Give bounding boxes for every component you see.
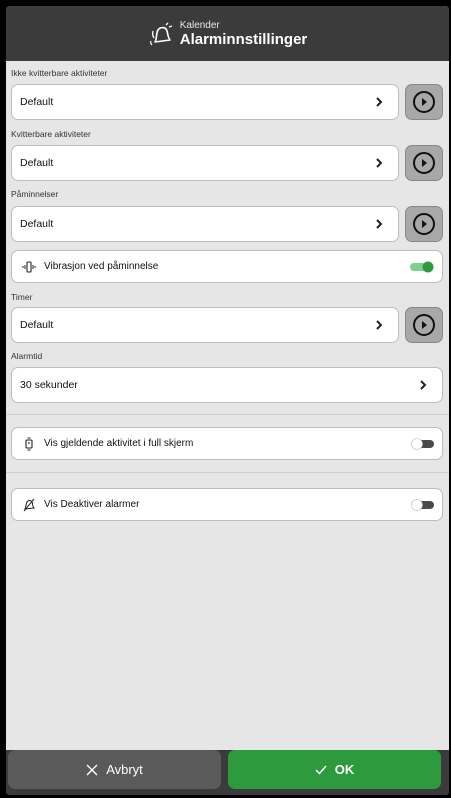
play-icon — [413, 314, 435, 336]
alarmtid-select[interactable]: 30 sekunder — [11, 367, 443, 403]
cancel-button[interactable]: Avbryt — [8, 750, 221, 789]
bell-off-icon — [23, 498, 36, 511]
play-icon — [413, 213, 435, 235]
page-title: Alarminnstillinger — [179, 30, 308, 48]
watch-icon — [25, 436, 33, 451]
chevron-right-icon — [376, 320, 383, 330]
section-label-alarmtid: Alarmtid — [11, 351, 43, 361]
deaktiver-row[interactable]: Vis Deaktiver alarmer — [11, 488, 443, 521]
fullskjerm-toggle[interactable] — [410, 438, 434, 450]
chevron-right-icon — [376, 158, 383, 168]
play-preview-button-kvitterbare[interactable] — [405, 145, 443, 181]
timer-select[interactable]: Default — [11, 307, 399, 343]
section-label-kvitterbare: Kvitterbare aktiviteter — [11, 129, 91, 139]
section-label-ikke-kvitterbare: Ikke kvitterbare aktiviteter — [11, 68, 108, 78]
kvitterbare-value: Default — [20, 157, 54, 169]
header-subtitle: Kalender — [179, 19, 220, 31]
ikke-kvitterbare-select[interactable]: Default — [11, 84, 399, 120]
fullskjerm-row[interactable]: Vis gjeldende aktivitet i full skjerm — [11, 427, 443, 460]
kvitterbare-select[interactable]: Default — [11, 145, 399, 181]
timer-value: Default — [20, 319, 54, 331]
play-icon — [413, 152, 435, 174]
deaktiver-toggle[interactable] — [410, 499, 434, 511]
section-label-paminnelser: Påminnelser — [11, 189, 59, 199]
paminnelser-select[interactable]: Default — [11, 206, 399, 242]
ok-label: OK — [334, 762, 355, 777]
cancel-label: Avbryt — [106, 762, 143, 777]
chevron-right-icon — [376, 97, 383, 107]
vibrasjon-label: Vibrasjon ved påminnelse — [44, 261, 159, 272]
ok-button[interactable]: OK — [228, 750, 441, 789]
divider — [6, 472, 449, 473]
vibrasjon-toggle[interactable] — [410, 261, 434, 273]
play-preview-button-ikke-kvitterbare[interactable] — [405, 84, 443, 120]
paminnelser-value: Default — [20, 218, 54, 230]
section-label-timer: Timer — [11, 292, 33, 302]
play-preview-button-timer[interactable] — [405, 307, 443, 343]
vibrasjon-row[interactable]: Vibrasjon ved påminnelse — [11, 250, 443, 283]
check-icon — [315, 765, 327, 775]
alarmtid-value: 30 sekunder — [20, 379, 78, 391]
chevron-right-icon — [376, 219, 383, 229]
app-frame: Kalender Alarminnstillinger Ikke kvitter… — [6, 6, 449, 795]
chevron-right-icon — [420, 380, 427, 390]
bell-icon — [149, 22, 172, 45]
deaktiver-label: Vis Deaktiver alarmer — [44, 499, 140, 510]
vibration-icon — [22, 260, 36, 273]
divider — [6, 414, 449, 415]
close-icon — [86, 764, 98, 775]
ikke-kvitterbare-value: Default — [20, 96, 54, 108]
play-icon — [413, 91, 435, 113]
header: Kalender Alarminnstillinger — [6, 6, 449, 61]
play-preview-button-paminnelser[interactable] — [405, 206, 443, 242]
fullskjerm-label: Vis gjeldende aktivitet i full skjerm — [44, 438, 194, 449]
